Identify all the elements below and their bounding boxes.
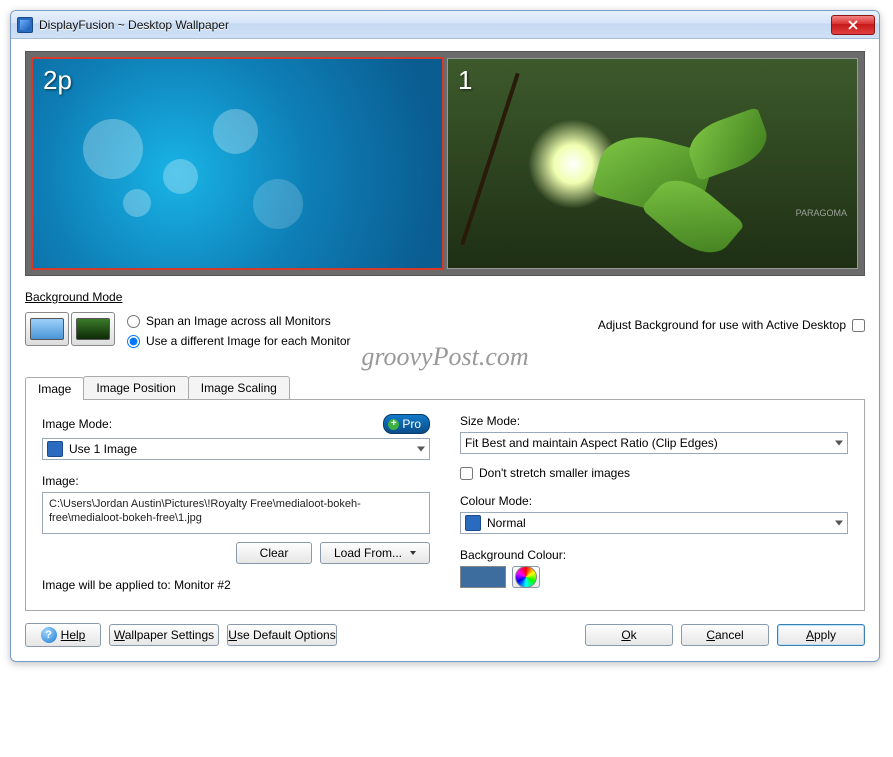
app-icon <box>17 17 33 33</box>
ok-button[interactable]: Ok <box>585 624 673 646</box>
image-path-label: Image: <box>42 474 79 488</box>
dont-stretch-checkbox[interactable] <box>460 467 473 480</box>
apply-rest: pply <box>814 628 836 642</box>
tab-panel-image: Image Mode: + Pro Use 1 Image Image: C:\… <box>25 400 865 611</box>
size-mode-label: Size Mode: <box>460 414 520 428</box>
tab-image[interactable]: Image <box>25 377 84 400</box>
use-default-rest: se Default Options <box>237 628 336 642</box>
image-mode-value: Use 1 Image <box>69 442 137 456</box>
active-desktop-checkbox[interactable] <box>852 319 865 332</box>
monitor-icon <box>71 312 115 346</box>
bg-colour-label: Background Colour: <box>460 548 566 562</box>
image-mode-label: Image Mode: <box>42 417 112 431</box>
chevron-down-icon <box>835 441 843 446</box>
radio-diff-label: Use a different Image for each Monitor <box>146 334 351 348</box>
image-icon <box>465 515 481 531</box>
monitor-2-label: 2p <box>43 65 72 96</box>
image-watermark: PARAGOMA <box>796 208 847 218</box>
colour-mode-combo[interactable]: Normal <box>460 512 848 534</box>
title-bar[interactable]: DisplayFusion ~ Desktop Wallpaper <box>11 11 879 39</box>
background-mode-legend: Background Mode <box>25 290 865 304</box>
right-column: Size Mode: Fit Best and maintain Aspect … <box>460 414 848 592</box>
chevron-down-icon <box>417 447 425 452</box>
apply-button[interactable]: Apply <box>777 624 865 646</box>
active-desktop-label: Adjust Background for use with Active De… <box>598 318 846 332</box>
image-icon <box>47 441 63 457</box>
dont-stretch-check[interactable]: Don't stretch smaller images <box>460 466 848 480</box>
radio-span-label: Span an Image across all Monitors <box>146 314 331 328</box>
plus-icon: + <box>388 419 399 430</box>
monitor-1-preview[interactable]: PARAGOMA 1 <box>447 58 858 269</box>
colour-mode-label: Colour Mode: <box>460 494 532 508</box>
tab-image-position[interactable]: Image Position <box>83 376 188 399</box>
window-title: DisplayFusion ~ Desktop Wallpaper <box>39 18 831 32</box>
clear-button[interactable]: Clear <box>236 542 312 564</box>
dialog-footer: ? Help Wallpaper Settings Use Default Op… <box>25 611 865 647</box>
help-label: Help <box>61 628 86 642</box>
colour-wheel-icon <box>515 566 537 588</box>
ok-rest: k <box>631 628 637 642</box>
load-from-button[interactable]: Load From... <box>320 542 430 564</box>
wallpaper-settings-rest: allpaper Settings <box>125 628 214 642</box>
load-from-label: Load From... <box>334 546 402 560</box>
use-default-button[interactable]: Use Default Options <box>227 624 337 646</box>
help-icon: ? <box>41 627 57 643</box>
applied-to-text: Image will be applied to: Monitor #2 <box>42 578 430 592</box>
pro-badge[interactable]: + Pro <box>383 414 430 434</box>
monitor-icon <box>25 312 69 346</box>
image-mode-combo[interactable]: Use 1 Image <box>42 438 430 460</box>
monitor-icons <box>25 308 115 346</box>
tab-strip: Image Image Position Image Scaling <box>25 376 865 400</box>
dialog-window: DisplayFusion ~ Desktop Wallpaper 2p PAR… <box>10 10 880 662</box>
help-button[interactable]: ? Help <box>25 623 101 647</box>
image-path-textbox[interactable]: C:\Users\Jordan Austin\Pictures\!Royalty… <box>42 492 430 534</box>
colour-mode-value: Normal <box>487 516 526 530</box>
chevron-down-icon <box>410 551 416 555</box>
bg-colour-swatch[interactable] <box>460 566 506 588</box>
tab-image-scaling[interactable]: Image Scaling <box>188 376 290 399</box>
monitor-preview: 2p PARAGOMA 1 <box>25 51 865 276</box>
radio-span-input[interactable] <box>127 315 140 328</box>
active-desktop-check[interactable]: Adjust Background for use with Active De… <box>598 318 865 332</box>
left-column: Image Mode: + Pro Use 1 Image Image: C:\… <box>42 414 430 592</box>
monitor-2-preview[interactable]: 2p <box>32 58 443 269</box>
cancel-rest: ancel <box>715 628 744 642</box>
size-mode-value: Fit Best and maintain Aspect Ratio (Clip… <box>465 436 718 450</box>
radio-diff-input[interactable] <box>127 335 140 348</box>
close-button[interactable] <box>831 15 875 35</box>
cancel-button[interactable]: Cancel <box>681 624 769 646</box>
size-mode-combo[interactable]: Fit Best and maintain Aspect Ratio (Clip… <box>460 432 848 454</box>
wallpaper-settings-button[interactable]: Wallpaper Settings <box>109 624 219 646</box>
dialog-content: 2p PARAGOMA 1 Background Mode Span an Im… <box>11 39 879 661</box>
colour-picker-button[interactable] <box>512 566 540 588</box>
dont-stretch-label: Don't stretch smaller images <box>479 466 630 480</box>
chevron-down-icon <box>835 521 843 526</box>
radio-span-image[interactable]: Span an Image across all Monitors <box>127 314 586 328</box>
pro-badge-text: Pro <box>402 417 421 431</box>
close-icon <box>848 20 858 30</box>
monitor-1-label: 1 <box>458 65 472 96</box>
